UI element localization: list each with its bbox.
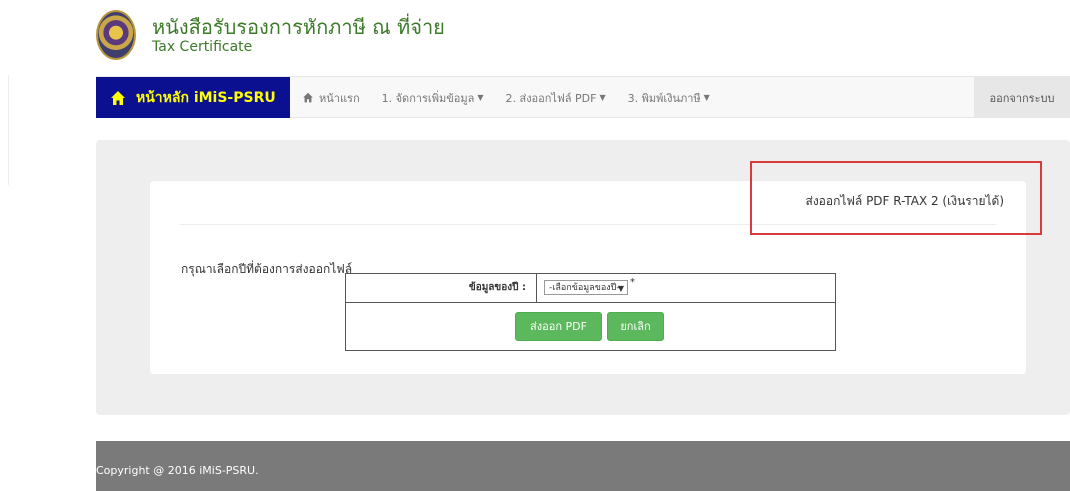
highlight-box: [750, 161, 1042, 235]
page-footer: Copyright @ 2016 iMiS-PSRU.: [96, 441, 1070, 491]
nav-item-label: 3. พิมพ์เงินภาษี: [627, 91, 701, 105]
nav-item-label: 2. ส่งออกไฟล์ PDF: [505, 91, 597, 105]
home-icon: [111, 90, 125, 105]
left-edge-divider: [8, 75, 9, 185]
nav-item-home[interactable]: หน้าแรก: [302, 89, 360, 107]
caret-down-icon: ▼: [703, 93, 710, 102]
page-title-english: Tax Certificate: [152, 39, 253, 55]
caret-down-icon: ▼: [599, 93, 606, 102]
brand-label: หน้าหลัก iMiS-PSRU: [136, 89, 276, 106]
nav-item-label: 1. จัดการเพิ่มข้อมูล: [381, 91, 475, 105]
export-pdf-button[interactable]: ส่งออก PDF: [515, 312, 602, 341]
top-navbar: หน้าหลัก iMiS-PSRU หน้าแรก 1. จัดการเพิ่…: [96, 76, 1070, 118]
cancel-button[interactable]: ยกเลิก: [607, 312, 664, 341]
nav-item-export-pdf[interactable]: 2. ส่งออกไฟล์ PDF ▼: [505, 89, 605, 107]
page-title-thai: หนังสือรับรองการหักภาษี ณ ที่จ่าย: [152, 15, 445, 39]
nav-menu: หน้าแรก 1. จัดการเพิ่มข้อมูล ▼ 2. ส่งออก…: [302, 77, 732, 118]
select-year-prompt: กรุณาเลือกปีที่ต้องการส่งออกไฟล์: [181, 262, 353, 276]
year-select-value: -เลือกข้อมูลของปี-: [549, 283, 620, 293]
main-panel: ส่งออกไฟล์ PDF R-TAX 2 (เงินรายได้) กรุณ…: [96, 140, 1070, 415]
home-icon: [303, 92, 313, 103]
required-marker: *: [630, 277, 635, 288]
caret-down-icon: ▼: [477, 93, 484, 102]
year-label: ข้อมูลของปี :: [346, 274, 537, 302]
nav-item-label: หน้าแรก: [319, 91, 360, 105]
year-select[interactable]: -เลือกข้อมูลของปี- ▼: [544, 280, 628, 295]
header-titles: หนังสือรับรองการหักภาษี ณ ที่จ่าย Tax Ce…: [152, 15, 445, 55]
year-row: ข้อมูลของปี : -เลือกข้อมูลของปี- ▼ *: [346, 274, 835, 303]
university-seal-logo: [96, 10, 136, 60]
export-form-table: ข้อมูลของปี : -เลือกข้อมูลของปี- ▼ * ส่ง…: [345, 273, 836, 351]
page-header: หนังสือรับรองการหักภาษี ณ ที่จ่าย Tax Ce…: [96, 5, 445, 65]
select-arrow-icon: ▼: [617, 284, 624, 293]
logout-link[interactable]: ออกจากระบบ: [974, 77, 1070, 118]
brand-home-link[interactable]: หน้าหลัก iMiS-PSRU: [96, 77, 290, 118]
copyright-text: Copyright @ 2016 iMiS-PSRU.: [96, 464, 259, 477]
nav-item-print-tax[interactable]: 3. พิมพ์เงินภาษี ▼: [628, 89, 710, 107]
nav-item-manage-data[interactable]: 1. จัดการเพิ่มข้อมูล ▼: [382, 89, 484, 107]
